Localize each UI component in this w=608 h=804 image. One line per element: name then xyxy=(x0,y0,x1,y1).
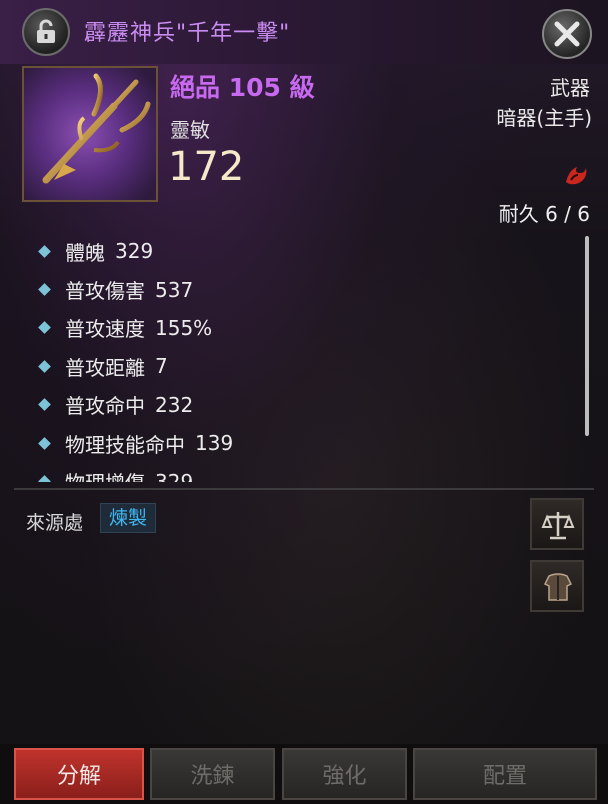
main-stat-value: 172 xyxy=(168,144,245,190)
scales-icon xyxy=(541,512,575,540)
compare-button[interactable] xyxy=(530,498,584,550)
stat-value: 232 xyxy=(155,392,194,417)
stat-value: 537 xyxy=(155,277,194,302)
list-item: 普攻命中 232 xyxy=(26,386,572,424)
stat-value: 155% xyxy=(155,315,213,340)
stat-label: 普攻速度 xyxy=(65,317,145,342)
stat-label: 普攻命中 xyxy=(65,394,145,419)
trident-weapon-icon xyxy=(42,73,151,184)
stat-value: 139 xyxy=(195,431,234,456)
close-button[interactable] xyxy=(542,9,592,59)
item-slot: 暗器(主手) xyxy=(496,106,592,130)
source-tag: 煉製 xyxy=(100,503,157,533)
stat-value: 329 xyxy=(155,469,194,482)
stat-value: 329 xyxy=(115,239,154,264)
list-item: 普攻速度 155% xyxy=(26,309,572,347)
close-icon xyxy=(554,21,580,47)
refine-button[interactable]: 洗鍊 xyxy=(150,748,275,800)
flame-icon xyxy=(566,167,587,185)
stats-list[interactable]: 體魄 329 普攻傷害 537 普攻速度 155% 普攻距離 7 普攻命中 23… xyxy=(26,232,572,482)
enhance-button[interactable]: 強化 xyxy=(282,748,407,800)
stat-label: 物理技能命中 xyxy=(65,432,185,457)
item-grade: 絕品 105 級 xyxy=(170,73,315,102)
item-category: 武器 xyxy=(550,76,590,100)
armor-icon xyxy=(543,573,573,601)
stat-label: 物理增傷 xyxy=(65,467,145,482)
durability: 耐久 6 / 6 xyxy=(498,202,590,226)
item-title: 霹靂神兵"千年一擊" xyxy=(84,21,291,46)
list-item: 普攻傷害 537 xyxy=(26,270,572,308)
diamond-bullet-icon xyxy=(38,321,51,335)
diamond-bullet-icon xyxy=(38,475,51,482)
appearance-button[interactable] xyxy=(530,560,584,612)
equip-button[interactable]: 配置 xyxy=(413,748,597,800)
divider xyxy=(14,488,594,490)
stat-label: 普攻距離 xyxy=(65,355,145,380)
item-icon-frame xyxy=(22,66,158,202)
list-item: 普攻距離 7 xyxy=(26,347,572,385)
stat-value: 7 xyxy=(155,354,168,379)
source-label: 來源處 xyxy=(26,512,84,534)
lock-icon[interactable] xyxy=(22,8,70,56)
main-stat-name: 靈敏 xyxy=(170,118,210,142)
diamond-bullet-icon xyxy=(38,436,51,450)
stat-label: 普攻傷害 xyxy=(65,279,145,304)
decompose-button[interactable]: 分解 xyxy=(14,748,144,800)
stat-label: 體魄 xyxy=(65,240,105,265)
list-item: 物理增傷 329 xyxy=(26,462,572,482)
diamond-bullet-icon xyxy=(38,359,51,373)
list-item: 體魄 329 xyxy=(26,232,572,270)
diamond-bullet-icon xyxy=(38,283,51,296)
list-item: 物理技能命中 139 xyxy=(26,424,572,462)
diamond-bullet-icon xyxy=(38,244,51,258)
diamond-bullet-icon xyxy=(38,398,51,412)
stats-scrollbar[interactable] xyxy=(585,236,589,436)
